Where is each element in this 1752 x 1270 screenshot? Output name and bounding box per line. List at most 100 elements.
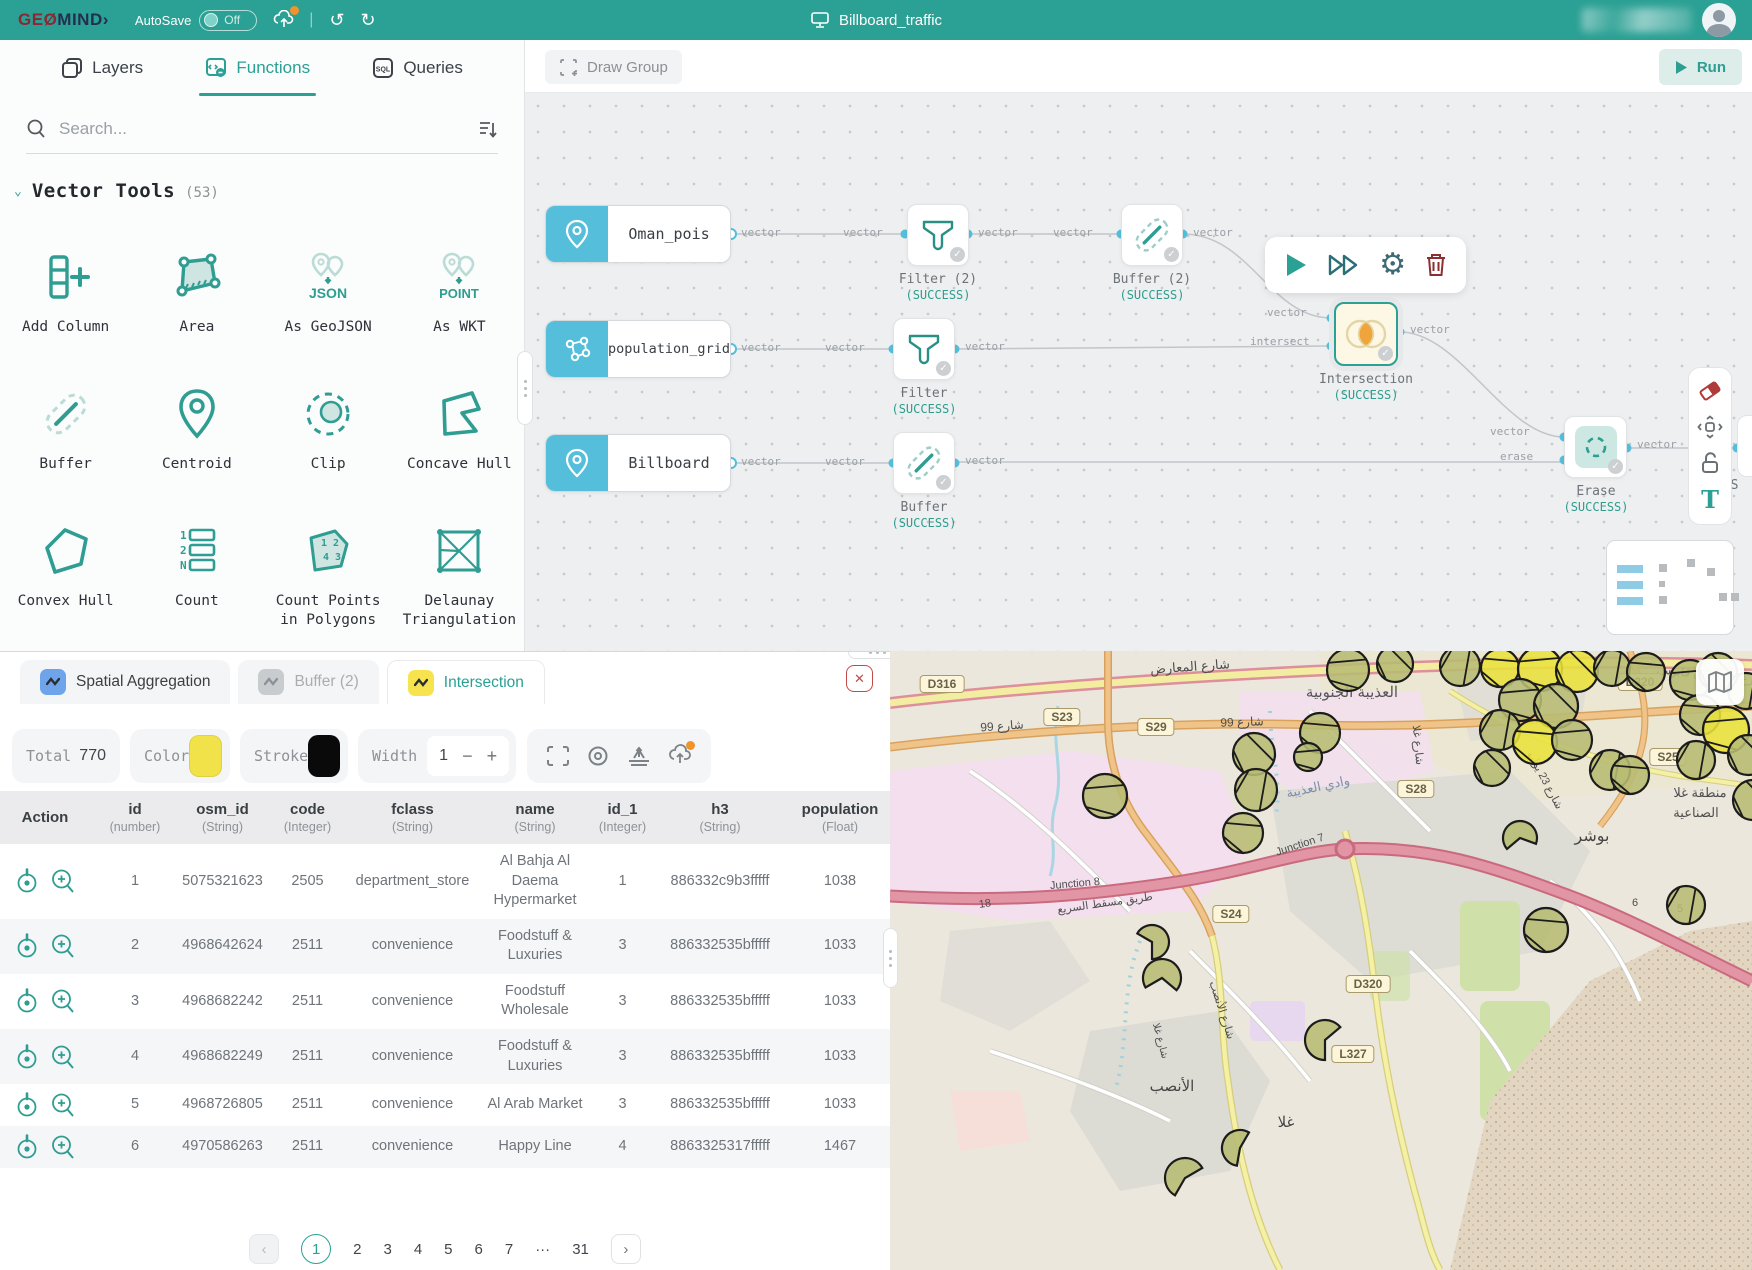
pan-select-icon[interactable] — [1697, 415, 1723, 439]
feature-circle[interactable] — [1627, 653, 1665, 691]
redo-icon[interactable]: ↻ — [361, 11, 376, 29]
table-row[interactable]: 449686822492511convenienceFoodstuff & Lu… — [0, 1029, 890, 1084]
node-spatial-aggregation-partial[interactable] — [1737, 415, 1752, 477]
map-view[interactable]: D316S23S29D320S25S28S24D320L327شارع المع… — [890, 651, 1752, 1270]
close-panel-button[interactable]: ✕ — [846, 665, 873, 692]
feature-circle[interactable] — [1223, 813, 1263, 853]
feature-circle[interactable] — [1733, 780, 1752, 820]
zoom-to-feature-icon[interactable] — [51, 1134, 76, 1160]
run-node-icon[interactable] — [1284, 252, 1308, 278]
page-3[interactable]: 3 — [383, 1241, 391, 1258]
draw-group-button[interactable]: Draw Group — [545, 50, 682, 84]
feature-circle[interactable] — [1611, 756, 1649, 794]
run-button[interactable]: Run — [1659, 49, 1742, 85]
delete-node-icon[interactable] — [1425, 252, 1447, 278]
table-row[interactable]: 649705862632511convenienceHappy Line4886… — [0, 1126, 890, 1168]
tab-functions[interactable]: Functions — [205, 40, 310, 96]
visibility-icon[interactable] — [587, 745, 609, 767]
page-31[interactable]: 31 — [572, 1241, 589, 1258]
node-buffer[interactable]: ✓ — [893, 432, 955, 494]
feature-circle[interactable] — [1594, 651, 1630, 686]
page-next-button[interactable]: › — [611, 1234, 641, 1264]
stroke-pill[interactable]: Stroke — [240, 729, 348, 783]
table-row[interactable]: 349686822422511convenienceFoodstuff Whol… — [0, 974, 890, 1029]
node-filter[interactable]: ✓ — [893, 318, 955, 380]
node-oman-pois[interactable]: Oman_pois — [545, 205, 731, 263]
tab-queries[interactable]: SQL Queries — [372, 40, 463, 96]
node-erase[interactable]: ✓ — [1564, 416, 1627, 478]
tool-area[interactable]: Area — [131, 250, 262, 337]
feature-circle[interactable] — [1222, 1130, 1249, 1166]
page-1[interactable]: 1 — [301, 1234, 331, 1264]
feature-circle[interactable] — [1305, 1020, 1340, 1060]
locate-feature-icon[interactable] — [15, 1134, 39, 1160]
zoom-to-feature-icon[interactable] — [51, 1044, 76, 1070]
tool-buffer[interactable]: Buffer — [0, 387, 131, 474]
zoom-to-feature-icon[interactable] — [51, 933, 76, 959]
feature-circle[interactable] — [1552, 720, 1592, 760]
table-row[interactable]: 549687268052511convenienceAl Arab Market… — [0, 1084, 890, 1126]
node-billboard[interactable]: Billboard — [545, 434, 731, 492]
tab-layers[interactable]: Layers — [61, 40, 143, 96]
avatar[interactable] — [1702, 3, 1736, 37]
feature-circle[interactable] — [1524, 908, 1568, 952]
eraser-icon[interactable] — [1698, 380, 1722, 402]
node-intersection[interactable]: ✓ — [1334, 302, 1398, 366]
feature-circle[interactable] — [1503, 821, 1537, 849]
feature-circle[interactable] — [1235, 769, 1277, 811]
width-increase-button[interactable]: + — [487, 746, 498, 767]
autosave-control[interactable]: AutoSave Off — [135, 10, 257, 31]
cloud-sync-icon[interactable] — [273, 10, 295, 31]
zoom-to-feature-icon[interactable] — [51, 988, 76, 1014]
tool-concave-hull[interactable]: Concave Hull — [394, 387, 525, 474]
zoom-to-feature-icon[interactable] — [51, 1092, 76, 1118]
locate-feature-icon[interactable] — [15, 868, 39, 894]
feature-circle[interactable] — [1474, 750, 1510, 786]
export-icon[interactable] — [627, 745, 651, 767]
tool-add-column[interactable]: Add Column — [0, 250, 131, 337]
basemap-switcher-button[interactable] — [1696, 659, 1744, 705]
undo-icon[interactable]: ↺ — [329, 11, 344, 29]
feature-circle[interactable] — [1377, 651, 1413, 682]
panel-drag-handle[interactable] — [848, 651, 890, 659]
node-filter-2[interactable]: ✓ — [907, 204, 969, 266]
page-6[interactable]: 6 — [475, 1241, 483, 1258]
text-tool-icon[interactable]: T — [1701, 488, 1719, 512]
page-4[interactable]: 4 — [414, 1241, 422, 1258]
search-input[interactable]: Search... — [59, 119, 478, 139]
cloud-upload-button[interactable] — [668, 744, 692, 769]
zoom-extent-icon[interactable] — [546, 745, 570, 767]
width-decrease-button[interactable]: − — [462, 746, 473, 767]
tool-as-geojson[interactable]: JSONAs GeoJSON — [263, 250, 394, 337]
page-7[interactable]: 7 — [505, 1241, 513, 1258]
feature-circle[interactable] — [1327, 651, 1369, 691]
locate-feature-icon[interactable] — [15, 933, 39, 959]
node-population-grid[interactable]: population_grid — [545, 320, 731, 378]
panel-side-drag-handle[interactable] — [883, 928, 898, 988]
settings-gear-icon[interactable]: ⚙ — [1379, 250, 1406, 280]
feature-circle[interactable] — [1083, 774, 1127, 818]
color-pill[interactable]: Color — [130, 729, 230, 783]
tool-centroid[interactable]: Centroid — [131, 387, 262, 474]
tool-delaunay[interactable]: Delaunay Triangulation — [394, 524, 525, 630]
table-row[interactable]: 249686426242511convenienceFoodstuff & Lu… — [0, 919, 890, 974]
page-prev-button[interactable]: ‹ — [249, 1234, 279, 1264]
feature-circle[interactable] — [1440, 651, 1480, 686]
feature-circle[interactable] — [1677, 741, 1715, 779]
fast-forward-icon[interactable] — [1327, 253, 1361, 277]
feature-circle[interactable] — [1667, 886, 1705, 924]
feature-circle[interactable] — [1513, 720, 1557, 764]
width-stepper[interactable]: 1 − + — [427, 736, 509, 776]
tool-convex-hull[interactable]: Convex Hull — [0, 524, 131, 630]
tool-as-wkt[interactable]: POINTAs WKT — [394, 250, 525, 337]
table-row[interactable]: 150753216232505department_storeAl Bahja … — [0, 844, 890, 919]
page-5[interactable]: 5 — [444, 1241, 452, 1258]
node-buffer-2[interactable]: ✓ — [1121, 204, 1183, 266]
search-row[interactable]: Search... — [26, 118, 498, 154]
autosave-toggle[interactable]: Off — [199, 10, 257, 31]
tool-count-points[interactable]: 1 24 3Count Points in Polygons — [263, 524, 394, 630]
minimap[interactable] — [1606, 540, 1734, 635]
result-tab-spatial-aggregation[interactable]: Spatial Aggregation — [20, 660, 230, 704]
sidebar-resize-handle[interactable] — [517, 351, 533, 425]
vector-tools-section[interactable]: ⌄ Vector Tools (53) — [14, 180, 524, 202]
